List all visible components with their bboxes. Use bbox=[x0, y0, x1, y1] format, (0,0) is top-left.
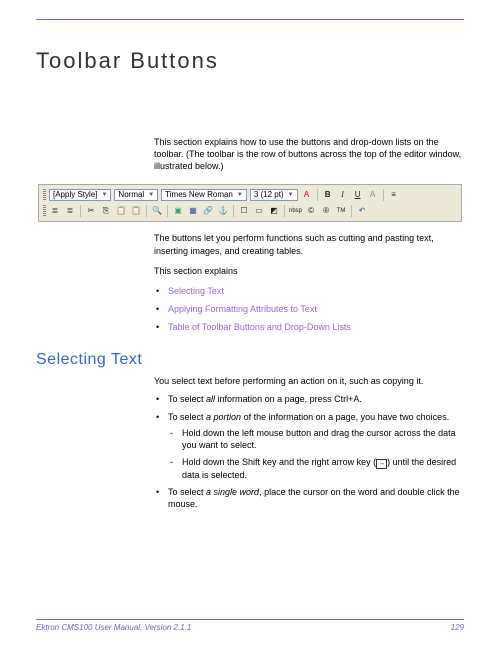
image-icon: ▣ bbox=[172, 205, 184, 217]
grip-icon bbox=[43, 189, 46, 201]
button-icon: ▭ bbox=[253, 205, 265, 217]
checkbox-icon: ◩ bbox=[268, 205, 280, 217]
highlight-icon: A bbox=[367, 189, 379, 201]
separator bbox=[351, 205, 352, 217]
separator bbox=[80, 205, 81, 217]
link-formatting[interactable]: Applying Formatting Attributes to Text bbox=[168, 304, 317, 314]
size-dropdown: 3 (12 pt)▼ bbox=[250, 189, 298, 201]
anchor-icon: ⚓ bbox=[217, 205, 229, 217]
link-table-buttons[interactable]: Table of Toolbar Buttons and Drop-Down L… bbox=[168, 322, 351, 332]
list-item: To select all information on a page, pre… bbox=[154, 393, 464, 405]
separator bbox=[317, 189, 318, 201]
underline-icon: U bbox=[352, 189, 364, 201]
bold-icon: B bbox=[322, 189, 334, 201]
paste-icon: 📋 bbox=[130, 205, 142, 217]
find-icon: 🔍 bbox=[151, 205, 163, 217]
font-color-icon: A bbox=[301, 189, 313, 201]
list-item: To select a portion of the information o… bbox=[154, 411, 464, 482]
separator bbox=[146, 205, 147, 217]
list-item: Hold down the left mouse button and drag… bbox=[168, 427, 464, 451]
page-footer: Ektron CMS100 User Manual, Version 2.1.1… bbox=[36, 619, 464, 632]
paste-icon: 📋 bbox=[115, 205, 127, 217]
sel-intro: You select text before performing an act… bbox=[154, 375, 464, 387]
separator bbox=[284, 205, 285, 217]
font-dropdown: Times New Roman▼ bbox=[161, 189, 247, 201]
separator bbox=[233, 205, 234, 217]
grip-icon bbox=[43, 205, 46, 217]
nbsp-icon: nbsp bbox=[289, 205, 302, 217]
cut-icon: ✂ bbox=[85, 205, 97, 217]
after-text-1: The buttons let you perform functions su… bbox=[154, 232, 464, 256]
link-selecting-text[interactable]: Selecting Text bbox=[168, 286, 224, 296]
list-item: Hold down the Shift key and the right ar… bbox=[168, 456, 464, 481]
right-arrow-key-icon: → bbox=[376, 459, 387, 469]
footer-manual-title: Ektron CMS100 User Manual, Version 2.1.1 bbox=[36, 623, 191, 632]
numbered-list-icon: ≣ bbox=[64, 205, 76, 217]
separator bbox=[167, 205, 168, 217]
form-icon: ☐ bbox=[238, 205, 250, 217]
selecting-text-body: You select text before performing an act… bbox=[154, 375, 464, 510]
sub-list: Hold down the left mouse button and drag… bbox=[168, 427, 464, 481]
page-title: Toolbar Buttons bbox=[36, 48, 464, 74]
toolbar-row-2: ≣ ≣ ✂ ⎘ 📋 📋 🔍 ▣ ▦ 🔗 ⚓ ☐ ▭ ◩ nbsp © ® TM … bbox=[43, 204, 457, 218]
list-item: Table of Toolbar Buttons and Drop-Down L… bbox=[154, 321, 464, 333]
heading-selecting-text: Selecting Text bbox=[36, 351, 464, 369]
bullet-list: To select all information on a page, pre… bbox=[154, 393, 464, 510]
style-dropdown: [Apply Style]▼ bbox=[49, 189, 111, 201]
after-text-2: This section explains bbox=[154, 265, 464, 277]
registered-icon: ® bbox=[320, 205, 332, 217]
copyright-icon: © bbox=[305, 205, 317, 217]
toolbar-row-1: [Apply Style]▼ Normal▼ Times New Roman▼ … bbox=[43, 188, 457, 202]
list-item: Selecting Text bbox=[154, 285, 464, 297]
after-toolbar-block: The buttons let you perform functions su… bbox=[154, 232, 464, 333]
trademark-icon: TM bbox=[335, 205, 347, 217]
section-links: Selecting Text Applying Formatting Attri… bbox=[154, 285, 464, 333]
align-left-icon: ≡ bbox=[388, 189, 400, 201]
intro-text: This section explains how to use the but… bbox=[154, 136, 464, 172]
separator bbox=[383, 189, 384, 201]
footer-page-number: 129 bbox=[451, 623, 464, 632]
copy-icon: ⎘ bbox=[100, 205, 112, 217]
italic-icon: I bbox=[337, 189, 349, 201]
toolbar-illustration: [Apply Style]▼ Normal▼ Times New Roman▼ … bbox=[38, 184, 462, 222]
link-icon: 🔗 bbox=[202, 205, 214, 217]
table-icon: ▦ bbox=[187, 205, 199, 217]
list-item: Applying Formatting Attributes to Text bbox=[154, 303, 464, 315]
undo-icon: ↶ bbox=[356, 205, 368, 217]
paragraph-dropdown: Normal▼ bbox=[114, 189, 158, 201]
top-rule bbox=[36, 19, 464, 20]
list-item: To select a single word, place the curso… bbox=[154, 486, 464, 510]
list-icon: ≣ bbox=[49, 205, 61, 217]
intro-block: This section explains how to use the but… bbox=[154, 136, 464, 172]
page-content: Toolbar Buttons This section explains ho… bbox=[0, 48, 500, 510]
